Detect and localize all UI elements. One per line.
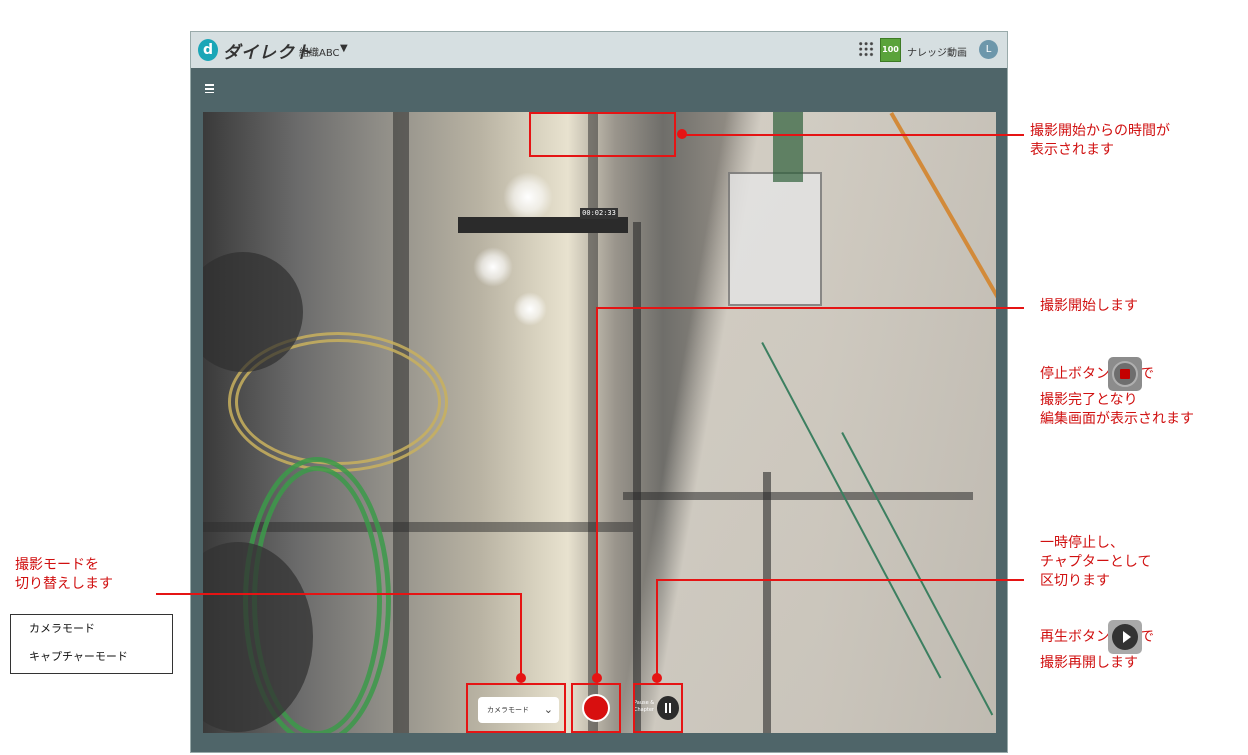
mode-option-list: カメラモード キャプチャーモード	[10, 614, 173, 674]
callout-dot	[516, 673, 526, 683]
highlight-record-button	[571, 683, 621, 733]
note-line: 撮影完了となり	[1040, 392, 1138, 408]
camera-preview: 00:02:33	[203, 112, 996, 733]
note-line: 表示されます	[1030, 142, 1114, 158]
mode-option-camera[interactable]: カメラモード	[11, 615, 172, 643]
app-grid-icon[interactable]	[858, 41, 874, 57]
note-elapsed-time: 撮影開始からの時間が 表示されます	[1030, 122, 1170, 160]
knowledge-video-link[interactable]: ナレッジ動画	[907, 44, 967, 59]
note-line: 区切ります	[1040, 573, 1110, 589]
mode-option-capture[interactable]: キャプチャーモード	[11, 643, 172, 671]
note-line: 一時停止し、	[1040, 535, 1124, 551]
note-line: チャプターとして	[1040, 554, 1152, 570]
callout-line	[596, 307, 598, 678]
hamburger-menu-icon[interactable]	[205, 84, 214, 93]
callout-line	[156, 593, 522, 595]
callout-line	[596, 307, 1024, 309]
callout-line	[520, 593, 522, 678]
callout-dot	[592, 673, 602, 683]
organization-selector[interactable]: 組織ABC	[299, 44, 340, 59]
badge-100-icon[interactable]: 100	[880, 38, 901, 62]
stop-button-icon	[1108, 357, 1142, 391]
callout-line	[656, 579, 658, 678]
note-line: 撮影モードを	[15, 557, 99, 573]
note-line: 再生ボタン	[1040, 629, 1110, 645]
note-record-start: 撮影開始します	[1040, 298, 1138, 314]
highlight-pause-button	[633, 683, 683, 733]
logo-icon: d	[198, 39, 218, 61]
callout-line	[656, 579, 1024, 581]
note-stop-button: 停止ボタン で 撮影完了となり 編集画面が表示されます	[1040, 357, 1194, 429]
top-bar: d ダイレクト 組織ABC ▼ 100 ナレッジ動画 L	[191, 32, 1007, 68]
highlight-elapsed-time	[529, 112, 676, 157]
avatar[interactable]: L	[979, 40, 998, 59]
note-line: 停止ボタン	[1040, 366, 1110, 382]
play-button-icon	[1108, 620, 1142, 654]
note-pause: 一時停止し、 チャプターとして 区切ります	[1040, 534, 1151, 591]
note-line: 撮影開始からの時間が	[1030, 123, 1170, 139]
note-line: 編集画面が表示されます	[1040, 411, 1194, 427]
callout-line	[682, 134, 1024, 136]
elapsed-time-display: 00:02:33	[580, 208, 618, 219]
highlight-mode-select	[466, 683, 566, 733]
note-line: 切り替えします	[15, 576, 113, 592]
note-mode: 撮影モードを 切り替えします	[15, 556, 113, 594]
note-line: で	[1140, 366, 1154, 382]
caret-down-icon[interactable]: ▼	[340, 43, 348, 54]
note-resume: 再生ボタン で 撮影再開します	[1040, 620, 1154, 673]
callout-dot	[652, 673, 662, 683]
note-line: 撮影再開します	[1040, 655, 1138, 671]
note-line: で	[1140, 629, 1154, 645]
